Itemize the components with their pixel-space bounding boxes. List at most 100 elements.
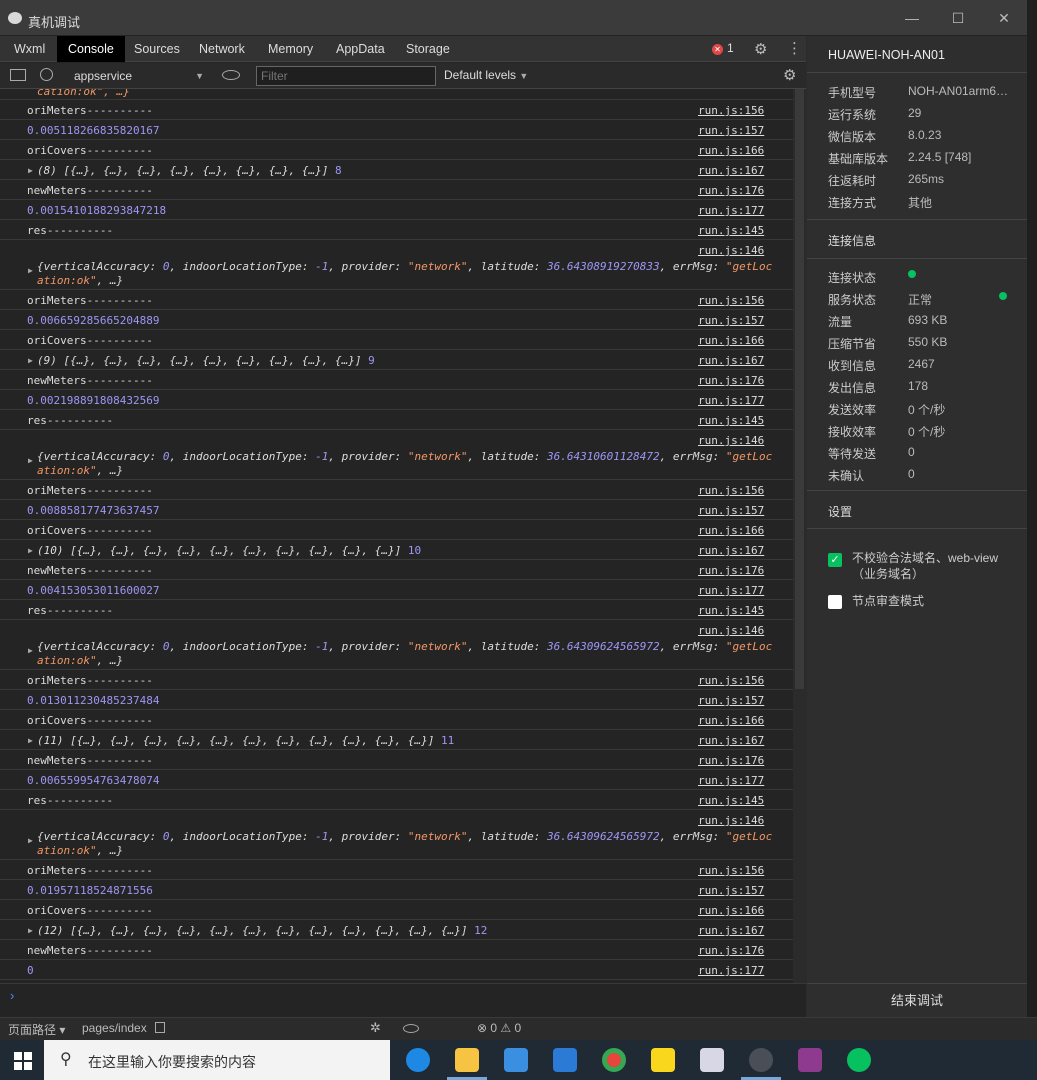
source-link[interactable]: run.js:176 bbox=[698, 944, 764, 957]
log-array[interactable]: (11) [{…}, {…}, {…}, {…}, {…}, {…}, {…},… bbox=[37, 734, 454, 747]
end-debug-button[interactable]: 结束调试 bbox=[807, 983, 1027, 1017]
source-link[interactable]: run.js:156 bbox=[698, 484, 764, 497]
expand-arrow-icon[interactable]: ▶ bbox=[28, 546, 33, 555]
source-link[interactable]: run.js:167 bbox=[698, 164, 764, 177]
log-array[interactable]: (12) [{…}, {…}, {…}, {…}, {…}, {…}, {…},… bbox=[37, 924, 487, 937]
source-link[interactable]: run.js:166 bbox=[698, 334, 764, 347]
edge-icon[interactable] bbox=[406, 1048, 430, 1072]
source-link[interactable]: run.js:177 bbox=[698, 964, 764, 977]
source-link[interactable]: run.js:157 bbox=[698, 124, 764, 137]
source-link[interactable]: run.js:166 bbox=[698, 524, 764, 537]
console-settings-icon[interactable]: ⚙ bbox=[783, 66, 796, 84]
minimize-button[interactable]: — bbox=[902, 10, 922, 26]
maximize-button[interactable]: ☐ bbox=[948, 10, 968, 27]
source-link[interactable]: run.js:157 bbox=[698, 504, 764, 517]
clear-console-icon[interactable] bbox=[40, 68, 53, 81]
source-link[interactable]: run.js:156 bbox=[698, 864, 764, 877]
log-array[interactable]: (10) [{…}, {…}, {…}, {…}, {…}, {…}, {…},… bbox=[37, 544, 421, 557]
source-link[interactable]: run.js:145 bbox=[698, 414, 764, 427]
source-link[interactable]: run.js:176 bbox=[698, 754, 764, 767]
page-path-label[interactable]: 页面路径 ▾ bbox=[8, 1021, 65, 1038]
error-counter[interactable]: ✕ 1 bbox=[712, 41, 734, 55]
source-link[interactable]: run.js:177 bbox=[698, 774, 764, 787]
expand-arrow-icon[interactable]: ▶ bbox=[28, 836, 33, 845]
tab-sources[interactable]: Sources bbox=[130, 36, 184, 62]
tab-console[interactable]: Console bbox=[57, 36, 125, 62]
expand-arrow-icon[interactable]: ▶ bbox=[28, 356, 33, 365]
mail-icon[interactable] bbox=[553, 1048, 577, 1072]
expand-arrow-icon[interactable]: ▶ bbox=[28, 646, 33, 655]
windows-start-icon[interactable] bbox=[14, 1052, 32, 1070]
log-object[interactable]: {verticalAccuracy: 0, indoorLocationType… bbox=[37, 830, 777, 858]
source-link[interactable]: run.js:157 bbox=[698, 694, 764, 707]
more-menu-icon[interactable]: ⋮ bbox=[787, 39, 802, 57]
log-array[interactable]: (8) [{…}, {…}, {…}, {…}, {…}, {…}, {…}, … bbox=[37, 164, 342, 177]
source-link[interactable]: run.js:176 bbox=[698, 184, 764, 197]
source-link[interactable]: run.js:166 bbox=[698, 904, 764, 917]
expand-arrow-icon[interactable]: ▶ bbox=[28, 926, 33, 935]
source-link[interactable]: run.js:177 bbox=[698, 394, 764, 407]
source-link[interactable]: run.js:176 bbox=[698, 374, 764, 387]
sidebar-toggle-icon[interactable] bbox=[10, 69, 26, 81]
source-link[interactable]: run.js:166 bbox=[698, 714, 764, 727]
source-link[interactable]: run.js:167 bbox=[698, 734, 764, 747]
source-link[interactable]: run.js:166 bbox=[698, 144, 764, 157]
source-link[interactable]: run.js:146 bbox=[698, 814, 764, 827]
log-array[interactable]: (9) [{…}, {…}, {…}, {…}, {…}, {…}, {…}, … bbox=[37, 354, 375, 367]
source-link[interactable]: run.js:156 bbox=[698, 674, 764, 687]
levels-dropdown[interactable]: Default levels ▼ bbox=[444, 68, 528, 82]
copy-icon[interactable] bbox=[155, 1022, 165, 1033]
close-button[interactable]: ✕ bbox=[994, 10, 1014, 27]
tab-memory[interactable]: Memory bbox=[264, 36, 317, 62]
wechat-icon[interactable] bbox=[847, 1048, 871, 1072]
tab-network[interactable]: Network bbox=[195, 36, 249, 62]
source-link[interactable]: run.js:177 bbox=[698, 204, 764, 217]
log-row: newMeters---------- run.js:176 bbox=[0, 750, 793, 770]
source-link[interactable]: run.js:145 bbox=[698, 604, 764, 617]
expand-arrow-icon[interactable]: ▶ bbox=[28, 456, 33, 465]
verify-domain-checkbox[interactable]: ✓ bbox=[828, 553, 842, 567]
source-link[interactable]: run.js:167 bbox=[698, 924, 764, 937]
taskbar-search[interactable]: ⚲ 在这里输入你要搜索的内容 bbox=[44, 1040, 390, 1080]
bug-icon[interactable]: ✲ bbox=[370, 1020, 381, 1036]
expand-arrow-icon[interactable]: ▶ bbox=[28, 266, 33, 275]
source-link[interactable]: run.js:167 bbox=[698, 354, 764, 367]
source-link[interactable]: run.js:157 bbox=[698, 884, 764, 897]
sticky-notes-icon[interactable] bbox=[651, 1048, 675, 1072]
expand-arrow-icon[interactable]: ▶ bbox=[28, 736, 33, 745]
preview-eye-icon[interactable] bbox=[403, 1024, 419, 1033]
source-link[interactable]: run.js:146 bbox=[698, 624, 764, 637]
source-link[interactable]: run.js:167 bbox=[698, 544, 764, 557]
tab-storage[interactable]: Storage bbox=[402, 36, 454, 62]
filter-input[interactable] bbox=[256, 66, 436, 86]
source-link[interactable]: run.js:177 bbox=[698, 584, 764, 597]
scrollbar-thumb[interactable] bbox=[795, 89, 804, 689]
store-icon[interactable] bbox=[504, 1048, 528, 1072]
source-link[interactable]: run.js:156 bbox=[698, 294, 764, 307]
settings-gear-icon[interactable]: ⚙ bbox=[754, 40, 767, 58]
eye-icon[interactable] bbox=[222, 70, 240, 80]
expand-arrow-icon[interactable]: ▶ bbox=[28, 166, 33, 175]
source-link[interactable]: run.js:146 bbox=[698, 434, 764, 447]
chrome-icon[interactable] bbox=[602, 1048, 626, 1072]
source-link[interactable]: run.js:176 bbox=[698, 564, 764, 577]
source-link[interactable]: run.js:156 bbox=[698, 104, 764, 117]
file-explorer-icon[interactable] bbox=[455, 1048, 479, 1072]
context-select[interactable]: appservice ▼ bbox=[66, 66, 210, 86]
source-link[interactable]: run.js:146 bbox=[698, 244, 764, 257]
conn-value: 693 KB bbox=[908, 313, 948, 327]
log-text: oriCovers---------- bbox=[27, 144, 153, 157]
log-object[interactable]: {verticalAccuracy: 0, indoorLocationType… bbox=[37, 640, 777, 668]
wechat-devtools-icon[interactable] bbox=[749, 1048, 773, 1072]
tab-appdata[interactable]: AppData bbox=[332, 36, 389, 62]
tab-wxml[interactable]: Wxml bbox=[10, 36, 49, 62]
source-link[interactable]: run.js:145 bbox=[698, 794, 764, 807]
winrar-icon[interactable] bbox=[798, 1048, 822, 1072]
node-inspect-checkbox[interactable] bbox=[828, 595, 842, 609]
paint-icon[interactable] bbox=[700, 1048, 724, 1072]
source-link[interactable]: run.js:157 bbox=[698, 314, 764, 327]
log-object[interactable]: {verticalAccuracy: 0, indoorLocationType… bbox=[37, 450, 777, 478]
source-link[interactable]: run.js:145 bbox=[698, 224, 764, 237]
console-prompt[interactable]: › bbox=[0, 983, 806, 1019]
log-object[interactable]: {verticalAccuracy: 0, indoorLocationType… bbox=[37, 260, 777, 288]
